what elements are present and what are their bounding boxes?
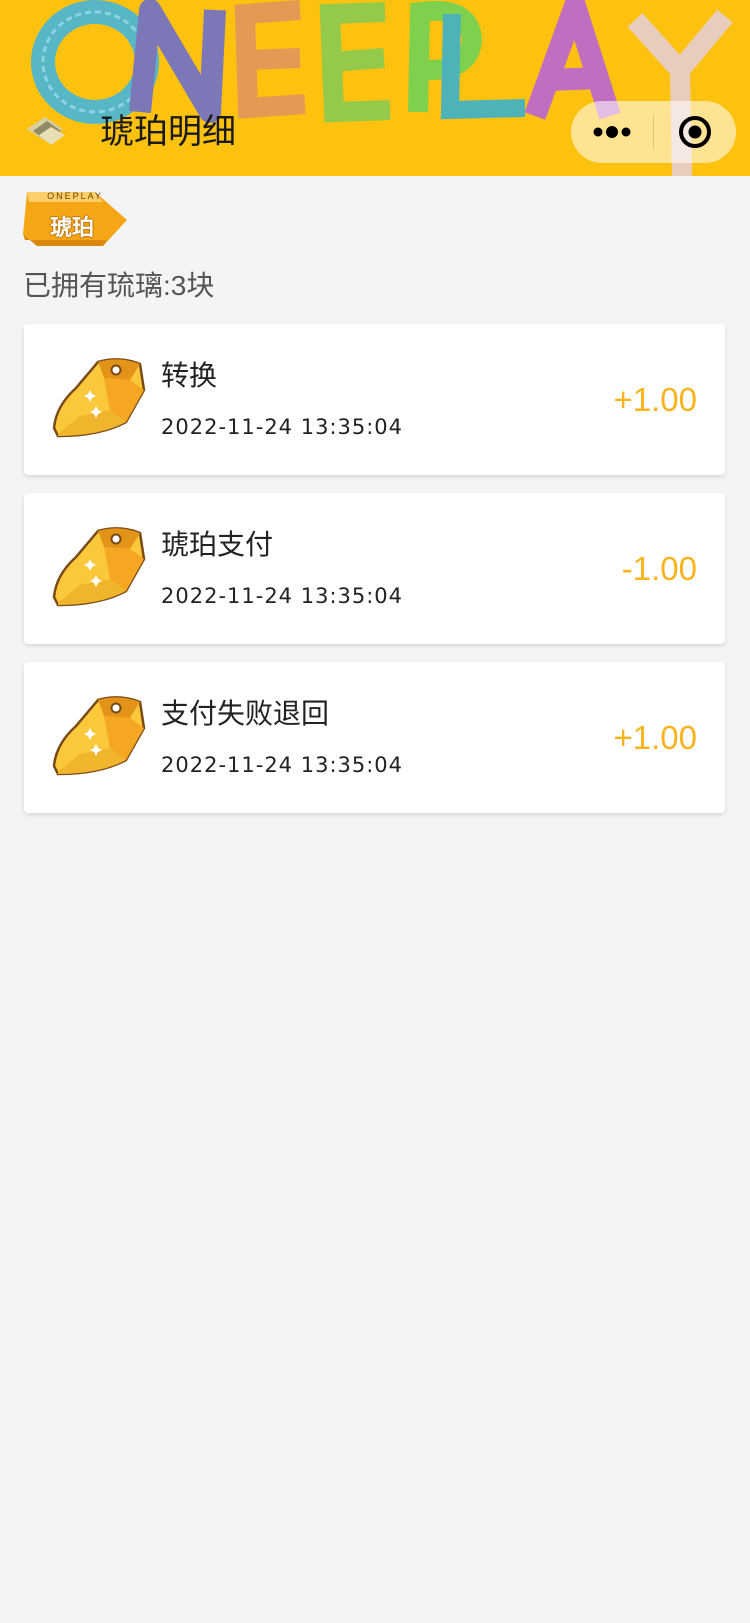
record-time: 2022-11-24 13:35:04: [161, 584, 404, 608]
more-button[interactable]: [571, 101, 653, 163]
back-button[interactable]: [24, 112, 68, 152]
tag-brand: ONEPLAY: [47, 191, 103, 201]
record-amount: +1.00: [613, 719, 698, 756]
amber-gem-icon: [52, 696, 146, 776]
amber-gem-icon: [52, 358, 146, 438]
record-time: 2022-11-24 13:35:04: [161, 415, 404, 439]
target-close-icon: [679, 116, 711, 148]
amber-gem-icon: [52, 527, 146, 607]
record-card[interactable]: 转换 2022-11-24 13:35:04 +1.00: [24, 324, 725, 475]
more-dots-icon: [593, 126, 631, 138]
record-card[interactable]: 支付失败退回 2022-11-24 13:35:04 +1.00: [24, 662, 725, 813]
close-button[interactable]: [654, 101, 736, 163]
record-name: 琥珀支付: [161, 529, 274, 560]
record-amount: +1.00: [613, 381, 698, 418]
nav-header: 琥珀明细: [0, 0, 750, 176]
amber-tag: ONEPLAY 琥珀: [23, 190, 130, 248]
record-list: 转换 2022-11-24 13:35:04 +1.00 琥珀支付 2022-1…: [24, 324, 725, 831]
record-time: 2022-11-24 13:35:04: [161, 753, 404, 777]
page-title: 琥珀明细: [100, 113, 236, 151]
owned-count: 已拥有琉璃:3块: [23, 270, 215, 301]
record-name: 支付失败退回: [161, 698, 330, 729]
back-diamond-icon: [27, 117, 65, 145]
tag-label: 琥珀: [49, 215, 94, 240]
mini-program-capsule: [571, 101, 736, 163]
record-name: 转换: [161, 360, 218, 391]
record-card[interactable]: 琥珀支付 2022-11-24 13:35:04 -1.00: [24, 493, 725, 644]
record-amount: -1.00: [621, 550, 697, 587]
